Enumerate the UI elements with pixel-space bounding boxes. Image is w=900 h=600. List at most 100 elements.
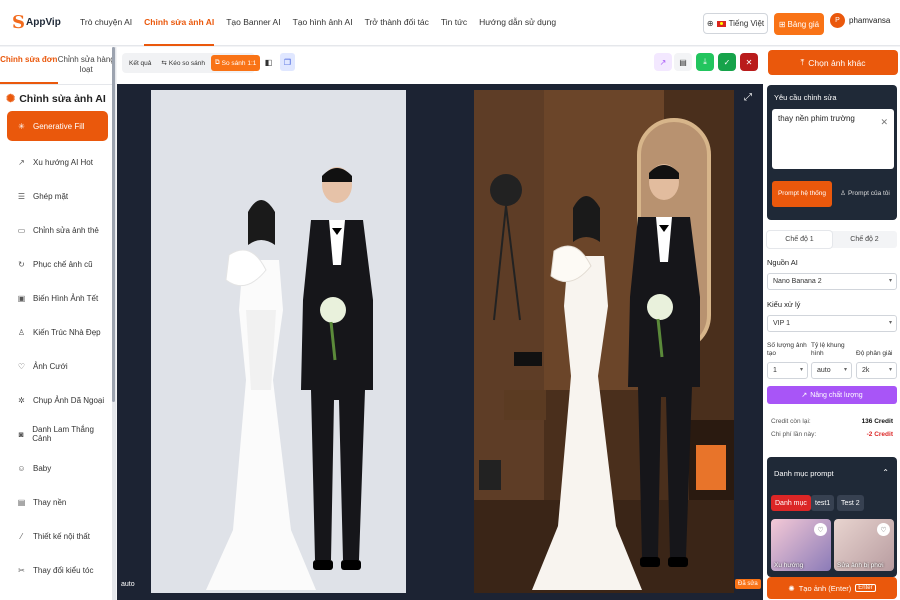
main-nav: Trò chuyện AI Chỉnh sửa ảnh AI Tạo Banne… [80,0,568,46]
image-count-select[interactable]: 1 ▾ [767,362,808,379]
prompt-thumbnail[interactable]: ♡ Xu hướng [771,519,831,571]
nav-become-partner[interactable]: Trở thành đối tác [365,0,429,46]
chevron-up-icon[interactable]: ⌃ [882,468,889,477]
sidebar-item[interactable]: ▤ Thay nền [7,485,108,519]
sidebar-scrollbar-thumb[interactable] [112,47,115,402]
sidebar-item[interactable]: ↻ Phục chế ảnh cũ [7,247,108,281]
download-icon[interactable]: ⤓ [696,53,714,71]
split-view-icon[interactable]: ◧ [261,53,276,71]
scissors-icon: ✂ [18,565,25,575]
view-result-button[interactable]: Kết quả [125,55,155,71]
sidebar-item[interactable]: ▭ Chỉnh sửa ảnh thẻ [7,213,108,247]
language-selector[interactable]: ⊕ Tiếng Việt [703,13,768,34]
drag-compare-button[interactable]: ⇆ Kéo so sánh [157,55,209,71]
sidebar-item-label: Ảnh Cưới [33,361,68,371]
nav-create-image-ai[interactable]: Tạo hình ảnh AI [293,0,353,46]
edited-photo-illustration [474,90,734,593]
edited-badge: Đã sửa [735,579,761,589]
thumbnail-label: Sửa ảnh bị phơi [837,562,884,569]
sparkle-icon: ✺ [788,583,795,593]
process-type-value: VIP 1 [773,320,790,327]
close-icon[interactable]: ✕ [740,53,758,71]
view-mode-group: Kết quả ⇆ Kéo so sánh ⧉ So sánh 1:1 [122,53,261,73]
process-type-label: Kiểu xử lý [767,300,801,309]
sidebar-item[interactable]: ☰ Ghép mặt [7,179,108,213]
sidebar-item[interactable]: ⁄ Thiết kế nội thất [7,519,108,553]
tab-my-prompt[interactable]: ♙ Prompt của tôi [835,181,895,207]
edit-request-input[interactable]: thay nền phim trường ✕ [772,109,894,169]
pricing-button[interactable]: ⊞ Bảng giá [774,13,824,35]
trend-action-icon[interactable]: ↗ [654,53,672,71]
original-photo-illustration [151,90,406,593]
aspect-ratio-select[interactable]: auto ▾ [811,362,852,379]
tab-system-prompt[interactable]: Prompt hệ thống [772,181,832,207]
baby-icon: ☺ [17,463,26,473]
id-card-icon: ▭ [17,225,26,235]
nav-create-banner-ai[interactable]: Tạo Banner AI [226,0,280,46]
resolution-value: 2k [862,367,870,374]
layers-icon: ☰ [17,191,26,201]
heart-icon[interactable]: ♡ [814,523,827,536]
nav-user-guide[interactable]: Hướng dẫn sử dụng [479,0,556,46]
tab-batch-edit[interactable]: Chỉnh sửa hàng loạt [58,47,116,84]
sidebar-item-label: Baby [33,463,52,473]
heart-icon[interactable]: ♡ [877,523,890,536]
language-label: Tiếng Việt [728,19,765,28]
sidebar-item[interactable]: ▣ Biến Hình Ảnh Tết [7,281,108,315]
compare-1-1-button[interactable]: ⧉ So sánh 1:1 [211,55,261,71]
copy-icon[interactable]: ❐ [280,53,295,71]
nav-edit-image-ai[interactable]: Chỉnh sửa ảnh AI [144,0,215,46]
ai-source-label: Nguồn AI [767,258,798,267]
sidebar-item[interactable]: ✳ Generative Fill [7,111,108,141]
sidebar-item[interactable]: ♙ Kiến Trúc Nhà Đẹp [7,315,108,349]
credit-remaining-value: 136 Credit [861,418,893,425]
cost-label: Chi phí lần này: [771,431,817,438]
check-icon[interactable]: ✓ [718,53,736,71]
clear-input-icon[interactable]: ✕ [880,117,888,128]
choose-other-image-button[interactable]: ⤒ Chọn ảnh khác [768,50,898,75]
my-prompt-label: Prompt của tôi [847,190,890,197]
wand-icon: ⁄ [20,531,23,541]
pricing-label: Bảng giá [787,19,820,29]
aspect-label: auto [121,581,135,588]
ai-source-select[interactable]: Nano Banana 2 ▾ [767,273,897,290]
globe-icon: ⊕ [706,19,714,28]
prompt-tag-test2[interactable]: Test 2 [837,495,864,511]
aspect-ratio-value: auto [817,367,831,374]
nav-news[interactable]: Tin tức [441,0,467,46]
editor-toolbar: Kết quả ⇆ Kéo so sánh ⧉ So sánh 1:1 ◧ ❐ … [117,47,763,84]
sidebar-item[interactable]: ↗ Xu hướng AI Hot [7,145,108,179]
sidebar-title-text: Chỉnh sửa ảnh AI [19,92,106,105]
sidebar-item-label: Ghép mặt [33,191,69,201]
sidebar-item[interactable]: ♡ Ảnh Cưới [7,349,108,383]
logo-text: AppVip [26,17,61,28]
process-type-select[interactable]: VIP 1 ▾ [767,315,897,332]
mode-2-tab[interactable]: Chế độ 2 [832,231,897,248]
prompt-tag-category[interactable]: Danh mục [771,495,811,511]
upgrade-quality-button[interactable]: ↗ Nâng chất lượng [767,386,897,404]
sidebar-item[interactable]: ◙ Danh Lam Thắng Cảnh [7,417,108,451]
mode-1-tab[interactable]: Chế độ 1 [767,231,832,248]
tab-single-edit[interactable]: Chỉnh sửa đơn [0,47,58,84]
nav-chat-ai[interactable]: Trò chuyện AI [80,0,132,46]
user-menu[interactable]: P phamvansa [830,13,890,28]
sidebar-item-label: Danh Lam Thắng Cảnh [32,425,94,443]
app-logo[interactable]: S AppVip [12,13,70,32]
avatar: P [830,13,845,28]
create-image-button[interactable]: ✺ Tạo ảnh (Enter) Enter [767,577,897,599]
credit-remaining-row: Credit còn lại: 136 Credit [771,418,893,425]
prompt-thumbnail[interactable]: ♡ Sửa ảnh bị phơi [834,519,894,571]
sidebar-item[interactable]: ✂ Thay đổi kiểu tóc [7,553,108,587]
save-icon[interactable]: ▤ [674,53,692,71]
resolution-select[interactable]: 2k ▾ [856,362,897,379]
drag-compare-label: Kéo so sánh [168,59,206,67]
aspect-ratio-label: Tỷ lệ khung hình [811,342,845,357]
fullscreen-icon[interactable]: ⤢ [744,92,752,103]
edited-image [474,90,734,593]
sidebar-item[interactable]: ☺ Baby [7,451,108,485]
create-image-label: Tạo ảnh (Enter) [798,583,852,593]
sidebar-item[interactable]: ✲ Chụp Ảnh Dã Ngoại [7,383,108,417]
top-header: S AppVip Trò chuyện AI Chỉnh sửa ảnh AI … [0,0,900,46]
editor-area: Kết quả ⇆ Kéo so sánh ⧉ So sánh 1:1 ◧ ❐ … [117,47,763,600]
prompt-tag-test1[interactable]: test1 [811,495,835,511]
